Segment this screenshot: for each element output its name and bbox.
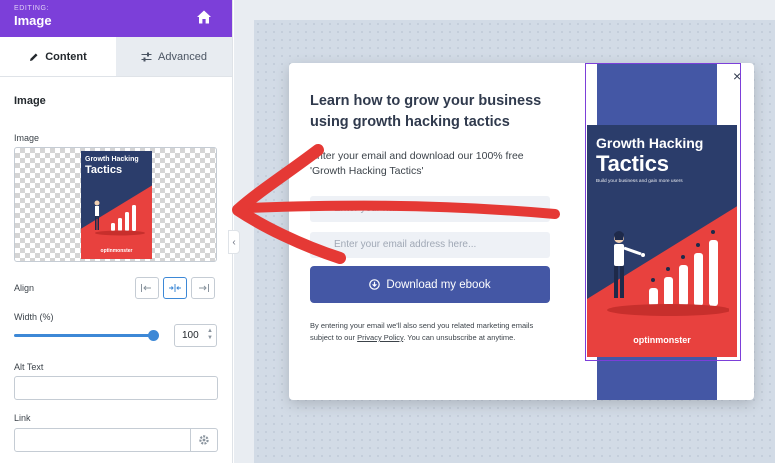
alt-text-input[interactable] (14, 376, 218, 400)
align-center-icon (169, 284, 181, 292)
popup-name-input[interactable]: Enter your name here... (310, 196, 550, 222)
width-value: 100 (182, 330, 199, 341)
align-right-button[interactable] (191, 277, 215, 299)
image-field-label: Image (14, 133, 40, 143)
privacy-policy-link[interactable]: Privacy Policy (357, 333, 403, 342)
fine-print-text-end: . You can unsubscribe at anytime. (403, 333, 516, 342)
preview-title-line2: Tactics (85, 164, 123, 176)
download-ebook-button[interactable]: Download my ebook (310, 266, 550, 303)
align-button-group (135, 277, 215, 299)
tab-advanced-label: Advanced (158, 50, 207, 63)
book-subtitle: Build your business and gain more users (596, 179, 683, 184)
width-slider-track[interactable] (14, 334, 154, 337)
close-icon[interactable]: × (733, 68, 741, 84)
download-button-label: Download my ebook (386, 278, 491, 291)
ebook-cover-image[interactable]: Growth Hacking Tactics Build your busine… (587, 125, 737, 357)
book-brand: optinmonster (633, 335, 691, 345)
growth-chart-illustration (607, 230, 729, 316)
width-label: Width (%) (14, 312, 54, 322)
sidebar-title: Image (14, 13, 52, 28)
width-slider-thumb[interactable] (148, 330, 159, 341)
alt-text-label: Alt Text (14, 362, 44, 372)
tab-content[interactable]: Content (0, 37, 116, 76)
popup-email-input[interactable]: Enter your email address here... (310, 232, 550, 258)
sidebar-tabs: Content Advanced (0, 37, 232, 77)
popup-description[interactable]: Enter your email and download our 100% f… (310, 149, 560, 179)
image-preview[interactable]: Growth Hacking Tactics optinmonster (14, 147, 217, 262)
align-left-button[interactable] (135, 277, 159, 299)
link-label: Link (14, 413, 31, 423)
tab-content-label: Content (45, 50, 87, 63)
editor-sidebar: EDITING: Image Content Advanced Image Im… (0, 0, 233, 463)
preview-title-line1: Growth Hacking (85, 156, 139, 163)
popup-headline[interactable]: Learn how to grow your business using gr… (310, 91, 570, 133)
preview-brand: optinmonster (100, 248, 133, 254)
align-right-icon (199, 284, 209, 292)
book-title-line2: Tactics (596, 151, 669, 176)
align-label: Align (14, 283, 35, 293)
editing-label: EDITING: (14, 5, 50, 12)
sidebar-header: EDITING: Image (0, 0, 232, 37)
width-number-input[interactable]: 100 ▲ ▼ (174, 324, 217, 347)
download-icon (369, 279, 381, 290)
sliders-icon (141, 52, 152, 61)
spinner-arrows-icon[interactable]: ▲ ▼ (207, 328, 213, 342)
chevron-left-icon: ‹ (232, 236, 236, 248)
link-input[interactable] (14, 428, 191, 452)
sidebar-collapse-handle[interactable]: ‹ (228, 230, 240, 254)
section-title: Image (14, 95, 46, 107)
preview-book-cover: Growth Hacking Tactics optinmonster (81, 151, 152, 259)
book-title-line1: Growth Hacking (596, 135, 704, 151)
popup-fine-print: By entering your email we'll also send y… (310, 320, 550, 344)
align-left-icon (141, 284, 151, 292)
tab-advanced[interactable]: Advanced (116, 37, 232, 76)
pencil-icon (30, 53, 38, 61)
gear-icon (199, 435, 209, 445)
home-icon[interactable] (196, 9, 212, 25)
align-center-button[interactable] (163, 277, 187, 299)
link-settings-button[interactable] (191, 428, 218, 452)
campaign-popup: Learn how to grow your business using gr… (289, 63, 754, 400)
growth-chart-illustration (94, 200, 145, 236)
